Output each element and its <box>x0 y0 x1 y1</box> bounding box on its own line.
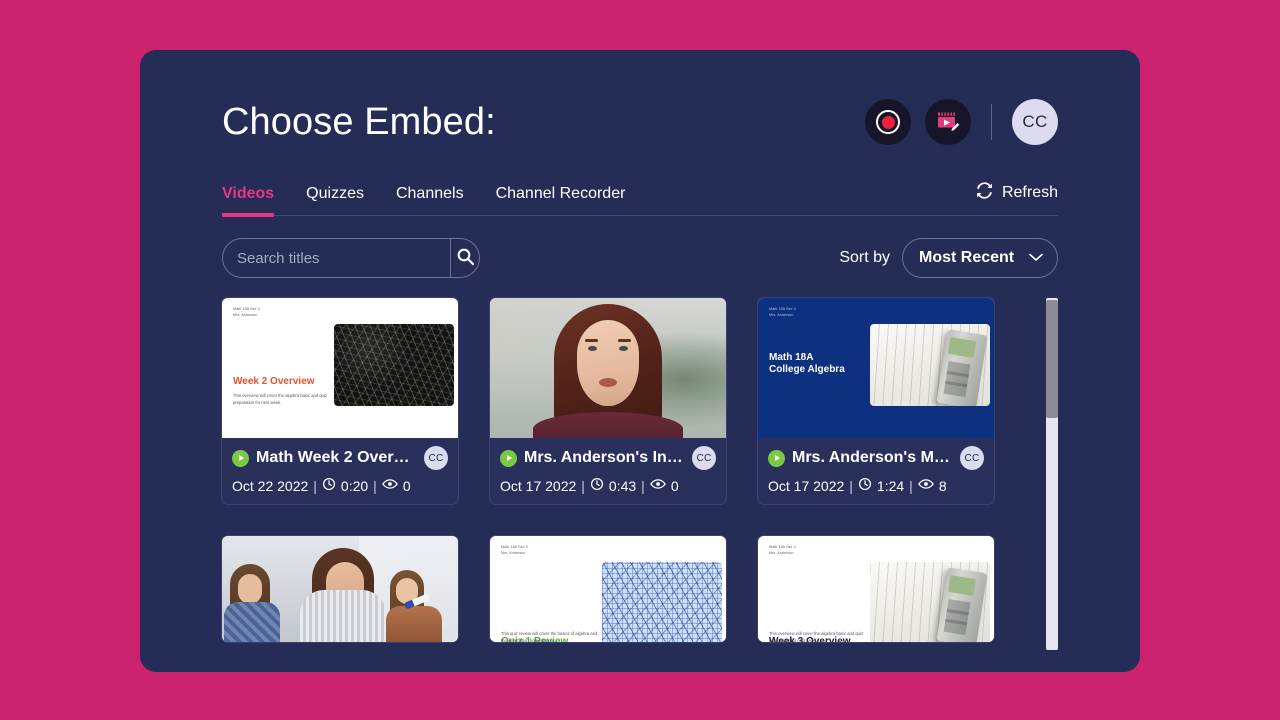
video-duration: 0:43 <box>608 477 637 494</box>
video-title: Mrs. Anderson's Intr... <box>524 449 685 466</box>
play-icon <box>768 449 785 467</box>
tabs-row: Videos Quizzes Channels Channel Recorder… <box>222 172 1058 217</box>
video-date: Oct 22 2022 <box>232 477 309 494</box>
cc-badge: CC <box>960 446 984 470</box>
clock-icon <box>322 477 336 494</box>
slide-body-text: This quiz review will cover the basics o… <box>501 631 598 642</box>
slide-header-text: Math 18A Sec 3 Mrs. Anderson <box>769 545 796 555</box>
video-card[interactable]: Mrs. Anderson's Intr... CC Oct 17 2022 |… <box>490 298 726 504</box>
video-grid-area: Math 18A Sec 3 Mrs. Anderson Week 2 Over… <box>222 298 1058 650</box>
refresh-icon <box>975 181 994 205</box>
slide-header-text: Math 18A Sec 3 Mrs. Anderson <box>233 307 260 317</box>
page-title: Choose Embed: <box>222 101 496 143</box>
video-card-meta: Mrs. Anderson's Intr... CC Oct 17 2022 |… <box>490 438 726 504</box>
slide-title: Math 18A College Algebra <box>769 352 845 376</box>
sort-control: Sort by Most Recent <box>839 238 1058 278</box>
video-editor-icon <box>935 109 961 136</box>
video-card[interactable]: Math 18A Sec 3 Mrs. Anderson Quiz 1 Revi… <box>490 536 726 642</box>
video-editor-button[interactable] <box>925 99 971 145</box>
refresh-label: Refresh <box>1001 184 1058 201</box>
slide-body-text: This overview will cover the algebra bas… <box>769 631 864 642</box>
video-grid: Math 18A Sec 3 Mrs. Anderson Week 2 Over… <box>222 298 1012 642</box>
video-thumbnail <box>222 536 458 642</box>
video-title: Math Week 2 Overvi... <box>256 449 417 466</box>
grid-scrollbar[interactable] <box>1046 298 1058 650</box>
video-duration: 0:20 <box>340 477 369 494</box>
thumbnail-photo-classroom <box>222 536 458 642</box>
eye-icon <box>917 477 934 494</box>
video-views: 0 <box>402 477 411 494</box>
video-title: Mrs. Anderson's Mat... <box>792 449 953 466</box>
tab-videos[interactable]: Videos <box>222 185 275 217</box>
search-icon <box>456 247 475 269</box>
play-icon <box>500 449 517 467</box>
video-card[interactable] <box>222 536 458 642</box>
scrollbar-thumb[interactable] <box>1046 300 1058 418</box>
search-box <box>222 238 480 278</box>
meta-separator: | <box>373 477 377 494</box>
video-card[interactable]: Math 18A Sec 3 Mrs. Anderson Math 18A Co… <box>758 298 994 504</box>
thumbnail-photo-presenter <box>490 298 726 438</box>
video-card-meta: Mrs. Anderson's Mat... CC Oct 17 2022 | … <box>758 438 994 504</box>
video-date: Oct 17 2022 <box>500 477 577 494</box>
tabs: Videos Quizzes Channels Channel Recorder <box>222 172 626 217</box>
tab-channel-recorder[interactable]: Channel Recorder <box>496 185 626 215</box>
panel-header: Choose Embed: CC <box>222 50 1058 160</box>
slide-title: Week 2 Overview <box>233 376 315 387</box>
header-actions: CC <box>865 99 1058 145</box>
slide-body-text: This overview will cover the algebra bas… <box>233 393 328 405</box>
video-views: 0 <box>670 477 679 494</box>
chevron-down-icon <box>1029 249 1043 267</box>
video-views: 8 <box>938 477 947 494</box>
record-button[interactable] <box>865 99 911 145</box>
video-card[interactable]: Math 18A Sec 3 Mrs. Anderson Week 3 Over… <box>758 536 994 642</box>
video-thumbnail <box>490 298 726 438</box>
cc-badge: CC <box>424 446 448 470</box>
tab-channels[interactable]: Channels <box>396 185 464 215</box>
eye-icon <box>649 477 666 494</box>
meta-separator: | <box>909 477 913 494</box>
video-date: Oct 17 2022 <box>768 477 845 494</box>
slide-image-graph-paper <box>602 562 722 642</box>
video-thumbnail: Math 18A Sec 3 Mrs. Anderson Math 18A Co… <box>758 298 994 438</box>
video-card-meta: Math Week 2 Overvi... CC Oct 22 2022 | 0… <box>222 438 458 504</box>
slide-image-calculator <box>870 324 990 406</box>
search-button[interactable] <box>450 239 479 277</box>
meta-separator: | <box>313 477 317 494</box>
play-icon <box>232 449 249 467</box>
record-icon <box>876 110 900 134</box>
refresh-button[interactable]: Refresh <box>975 181 1058 215</box>
slide-header-text: Math 18A Sec 3 Mrs. Anderson <box>769 307 796 317</box>
tab-quizzes[interactable]: Quizzes <box>306 185 364 215</box>
controls-row: Sort by Most Recent <box>222 238 1058 278</box>
sort-label: Sort by <box>839 249 890 266</box>
eye-icon <box>381 477 398 494</box>
meta-separator: | <box>581 477 585 494</box>
video-duration: 1:24 <box>876 477 905 494</box>
search-input[interactable] <box>223 239 450 277</box>
avatar[interactable]: CC <box>1012 99 1058 145</box>
embed-picker-panel: Choose Embed: CC Videos Quizzes Channels… <box>140 50 1140 672</box>
video-thumbnail: Math 18A Sec 3 Mrs. Anderson Week 2 Over… <box>222 298 458 438</box>
sort-value: Most Recent <box>919 249 1015 266</box>
clock-icon <box>858 477 872 494</box>
meta-separator: | <box>641 477 645 494</box>
video-thumbnail: Math 18A Sec 3 Mrs. Anderson Week 3 Over… <box>758 536 994 642</box>
cc-badge: CC <box>692 446 716 470</box>
sort-select[interactable]: Most Recent <box>902 238 1058 278</box>
video-thumbnail: Math 18A Sec 3 Mrs. Anderson Quiz 1 Revi… <box>490 536 726 642</box>
slide-image-chalkboard <box>334 324 454 406</box>
slide-image-calculator <box>870 562 990 642</box>
clock-icon <box>590 477 604 494</box>
slide-header-text: Math 18A Sec 3 Mrs. Anderson <box>501 545 528 555</box>
header-divider <box>991 104 992 140</box>
meta-separator: | <box>849 477 853 494</box>
video-card[interactable]: Math 18A Sec 3 Mrs. Anderson Week 2 Over… <box>222 298 458 504</box>
